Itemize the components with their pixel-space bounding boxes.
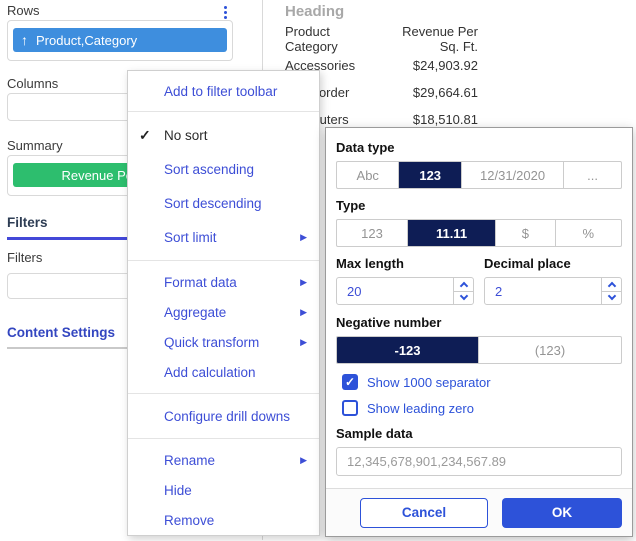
rows-field-pill[interactable]: ↑ Product,Category: [13, 28, 227, 52]
submenu-arrow-icon: ▶: [300, 277, 307, 288]
type-label: Type: [336, 198, 622, 213]
dialog-checkboxes: ✓ Show 1000 separator Show leading zero: [336, 374, 622, 416]
menu-item-rename[interactable]: Rename ▶: [128, 445, 319, 475]
negative-number-segmented-control: -123(123): [336, 336, 622, 364]
menu-item-hide[interactable]: Hide: [128, 475, 319, 505]
data-type-option-123[interactable]: 123: [399, 162, 461, 188]
report-cell-value: $18,510.81: [413, 112, 478, 127]
type-option-123[interactable]: 123: [337, 220, 408, 246]
data-type-option-abc[interactable]: Abc: [337, 162, 399, 188]
menu-item-label: Configure drill downs: [164, 409, 290, 424]
max-length-label: Max length: [336, 256, 474, 271]
content-settings-header[interactable]: Content Settings: [7, 325, 115, 340]
summary-section-label: Summary: [7, 138, 63, 153]
rows-section-label: Rows: [7, 3, 40, 18]
menu-item-label: Rename: [164, 453, 215, 468]
data-type-segmented-control: Abc12312/31/2020...: [336, 161, 622, 189]
sample-data-label: Sample data: [336, 426, 622, 441]
type-segmented-control: 12311.11$%: [336, 219, 622, 247]
decimal-place-value[interactable]: 2: [485, 278, 601, 304]
chevron-up-icon: [607, 282, 615, 290]
menu-item-format-data[interactable]: Format data ▶: [128, 267, 319, 297]
type-option-11-11[interactable]: 11.11: [408, 220, 496, 246]
menu-item-remove[interactable]: Remove: [128, 505, 319, 535]
negative-number-option-123[interactable]: -123: [337, 337, 479, 363]
menu-item-label: Format data: [164, 275, 237, 290]
max-length-spinner[interactable]: 20: [336, 277, 474, 305]
dialog-footer: Cancel OK: [326, 488, 632, 536]
report-cell-value: $24,903.92: [413, 58, 478, 73]
context-menu: Add to filter toolbar ✓ No sort Sort ascend…: [127, 70, 320, 536]
submenu-arrow-icon: ▶: [300, 455, 307, 466]
menu-item-add-calculation[interactable]: Add calculation: [128, 357, 319, 387]
report-column-header-revenue: Revenue Per Sq. Ft.: [360, 24, 478, 54]
menu-item-label: No sort: [164, 128, 208, 143]
menu-item-label: Add calculation: [164, 365, 256, 380]
checkbox-label: Show 1000 separator: [367, 375, 491, 390]
unchecked-checkbox-icon[interactable]: [342, 400, 358, 416]
menu-item-no-sort[interactable]: ✓ No sort: [128, 118, 319, 152]
decimal-place-label: Decimal place: [484, 256, 622, 271]
chevron-down-icon: [607, 292, 615, 300]
sort-up-arrow-icon: ↑: [21, 32, 28, 48]
menu-item-sort-ascending[interactable]: Sort ascending: [128, 152, 319, 186]
menu-item-label: Add to filter toolbar: [164, 84, 277, 99]
data-type-option-[interactable]: ...: [564, 162, 621, 188]
decimal-place-increment-button[interactable]: [602, 278, 621, 292]
submenu-arrow-icon: ▶: [300, 232, 307, 243]
type-option-[interactable]: $: [496, 220, 556, 246]
checkbox-row-show-1000-separator[interactable]: ✓ Show 1000 separator: [342, 374, 622, 390]
format-data-dialog: Data type Abc12312/31/2020... Type 12311…: [325, 127, 633, 537]
type-option-[interactable]: %: [556, 220, 621, 246]
menu-item-quick-transform[interactable]: Quick transform ▶: [128, 327, 319, 357]
max-length-increment-button[interactable]: [454, 278, 473, 292]
report-column-header-product-category: Product Category: [285, 24, 338, 54]
rows-field-label: Product,Category: [36, 33, 137, 48]
chevron-down-icon: [459, 292, 467, 300]
checkbox-label: Show leading zero: [367, 401, 474, 416]
filters-field-label: Filters: [7, 250, 42, 265]
data-type-label: Data type: [336, 140, 622, 155]
submenu-arrow-icon: ▶: [300, 307, 307, 318]
menu-item-label: Hide: [164, 483, 192, 498]
menu-item-add-to-filter-toolbar[interactable]: Add to filter toolbar: [128, 71, 319, 111]
rows-kebab-menu-icon[interactable]: [220, 4, 231, 21]
menu-item-label: Sort limit: [164, 230, 217, 245]
ok-button[interactable]: OK: [502, 498, 622, 528]
decimal-place-spinner[interactable]: 2: [484, 277, 622, 305]
sample-data-input[interactable]: 12,345,678,901,234,567.89: [336, 447, 622, 476]
report-cell-value: $29,664.61: [413, 85, 478, 100]
menu-item-aggregate[interactable]: Aggregate ▶: [128, 297, 319, 327]
menu-item-label: Remove: [164, 513, 214, 528]
negative-number-option-123[interactable]: (123): [479, 337, 621, 363]
menu-item-configure-drill-downs[interactable]: Configure drill downs: [128, 400, 319, 432]
menu-item-label: Sort descending: [164, 196, 262, 211]
chevron-up-icon: [459, 282, 467, 290]
checked-checkbox-icon[interactable]: ✓: [342, 374, 358, 390]
report-heading: Heading: [285, 3, 344, 20]
menu-item-label: Quick transform: [164, 335, 259, 350]
rows-drop-zone[interactable]: ↑ Product,Category: [7, 20, 233, 61]
cancel-button[interactable]: Cancel: [360, 498, 488, 528]
menu-item-label: Aggregate: [164, 305, 226, 320]
menu-item-sort-limit[interactable]: Sort limit ▶: [128, 220, 319, 254]
menu-item-sort-descending[interactable]: Sort descending: [128, 186, 319, 220]
columns-section-label: Columns: [7, 76, 58, 91]
filters-tab-header[interactable]: Filters: [7, 215, 48, 230]
menu-item-label: Sort ascending: [164, 162, 254, 177]
decimal-place-decrement-button[interactable]: [602, 292, 621, 305]
checkbox-row-show-leading-zero[interactable]: Show leading zero: [342, 400, 622, 416]
max-length-value[interactable]: 20: [337, 278, 453, 304]
negative-number-label: Negative number: [336, 315, 622, 330]
data-type-option-12-31-2020[interactable]: 12/31/2020: [462, 162, 564, 188]
submenu-arrow-icon: ▶: [300, 337, 307, 348]
max-length-decrement-button[interactable]: [454, 292, 473, 305]
checkmark-icon: ✓: [139, 127, 151, 144]
